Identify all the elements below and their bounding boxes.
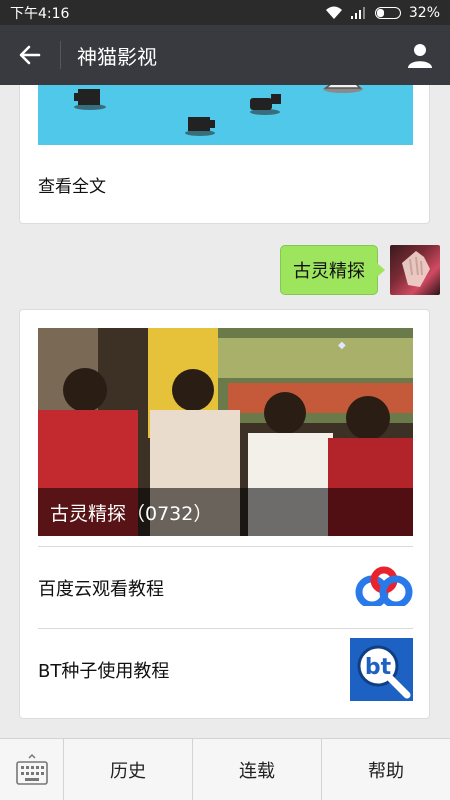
status-bar: 下午4:16 32% [0, 0, 450, 25]
menu-serial[interactable]: 连载 [193, 739, 322, 800]
page-title: 神猫影视 [77, 44, 157, 69]
profile-button[interactable] [390, 25, 450, 85]
keyboard-icon [15, 753, 48, 785]
baidu-cloud-tutorial-label: 百度云观看教程 [38, 578, 164, 600]
baidu-cloud-tutorial-item[interactable]: 百度云观看教程 [38, 547, 413, 628]
bt-torrent-tutorial-item[interactable]: BT种子使用教程 bt [38, 629, 413, 710]
baidu-cloud-icon [350, 556, 413, 619]
status-time: 下午4:16 [10, 5, 70, 22]
wifi-icon [325, 6, 342, 19]
bottom-menu: 历史 连载 帮助 [0, 738, 450, 800]
menu-history[interactable]: 历史 [64, 739, 193, 800]
signal-icon [350, 6, 365, 19]
user-avatar[interactable] [390, 245, 440, 295]
title-divider [60, 41, 61, 69]
chat-area[interactable]: 查看全文 古灵精探 ◆ 古灵精探（0732） 百度云观看教程 BT种子使用教程 … [0, 85, 450, 738]
avatar-image [402, 251, 430, 287]
bt-search-icon: bt [350, 638, 413, 701]
status-icons: 32% [325, 5, 440, 21]
article-image [38, 85, 413, 145]
article-image-art [74, 85, 363, 136]
video-title: 古灵精探（0732） [50, 502, 213, 525]
menu-help[interactable]: 帮助 [322, 739, 450, 800]
keyboard-toggle-button[interactable] [0, 739, 64, 800]
title-bar: 神猫影视 [0, 25, 450, 85]
sent-message-row: 古灵精探 [0, 243, 450, 297]
person-icon [408, 44, 432, 68]
video-article-card: ◆ 古灵精探（0732） 百度云观看教程 BT种子使用教程 bt [19, 309, 430, 719]
sent-message-text: 古灵精探 [293, 261, 365, 282]
battery-fill [376, 8, 384, 17]
sent-message-bubble[interactable]: 古灵精探 [280, 245, 385, 295]
battery-icon [374, 6, 401, 19]
bt-torrent-tutorial-label: BT种子使用教程 [38, 660, 170, 682]
back-arrow-icon [19, 45, 41, 65]
battery-percent: 32% [408, 4, 440, 21]
video-cover-caption: 古灵精探（0732） [38, 488, 413, 536]
video-cover[interactable]: ◆ 古灵精探（0732） [38, 328, 413, 536]
svg-text:bt: bt [365, 655, 392, 680]
read-full-text-link[interactable]: 查看全文 [38, 172, 106, 197]
svg-text:◆: ◆ [338, 340, 346, 351]
article-card-previous[interactable]: 查看全文 [19, 85, 430, 224]
back-button[interactable] [0, 25, 60, 85]
